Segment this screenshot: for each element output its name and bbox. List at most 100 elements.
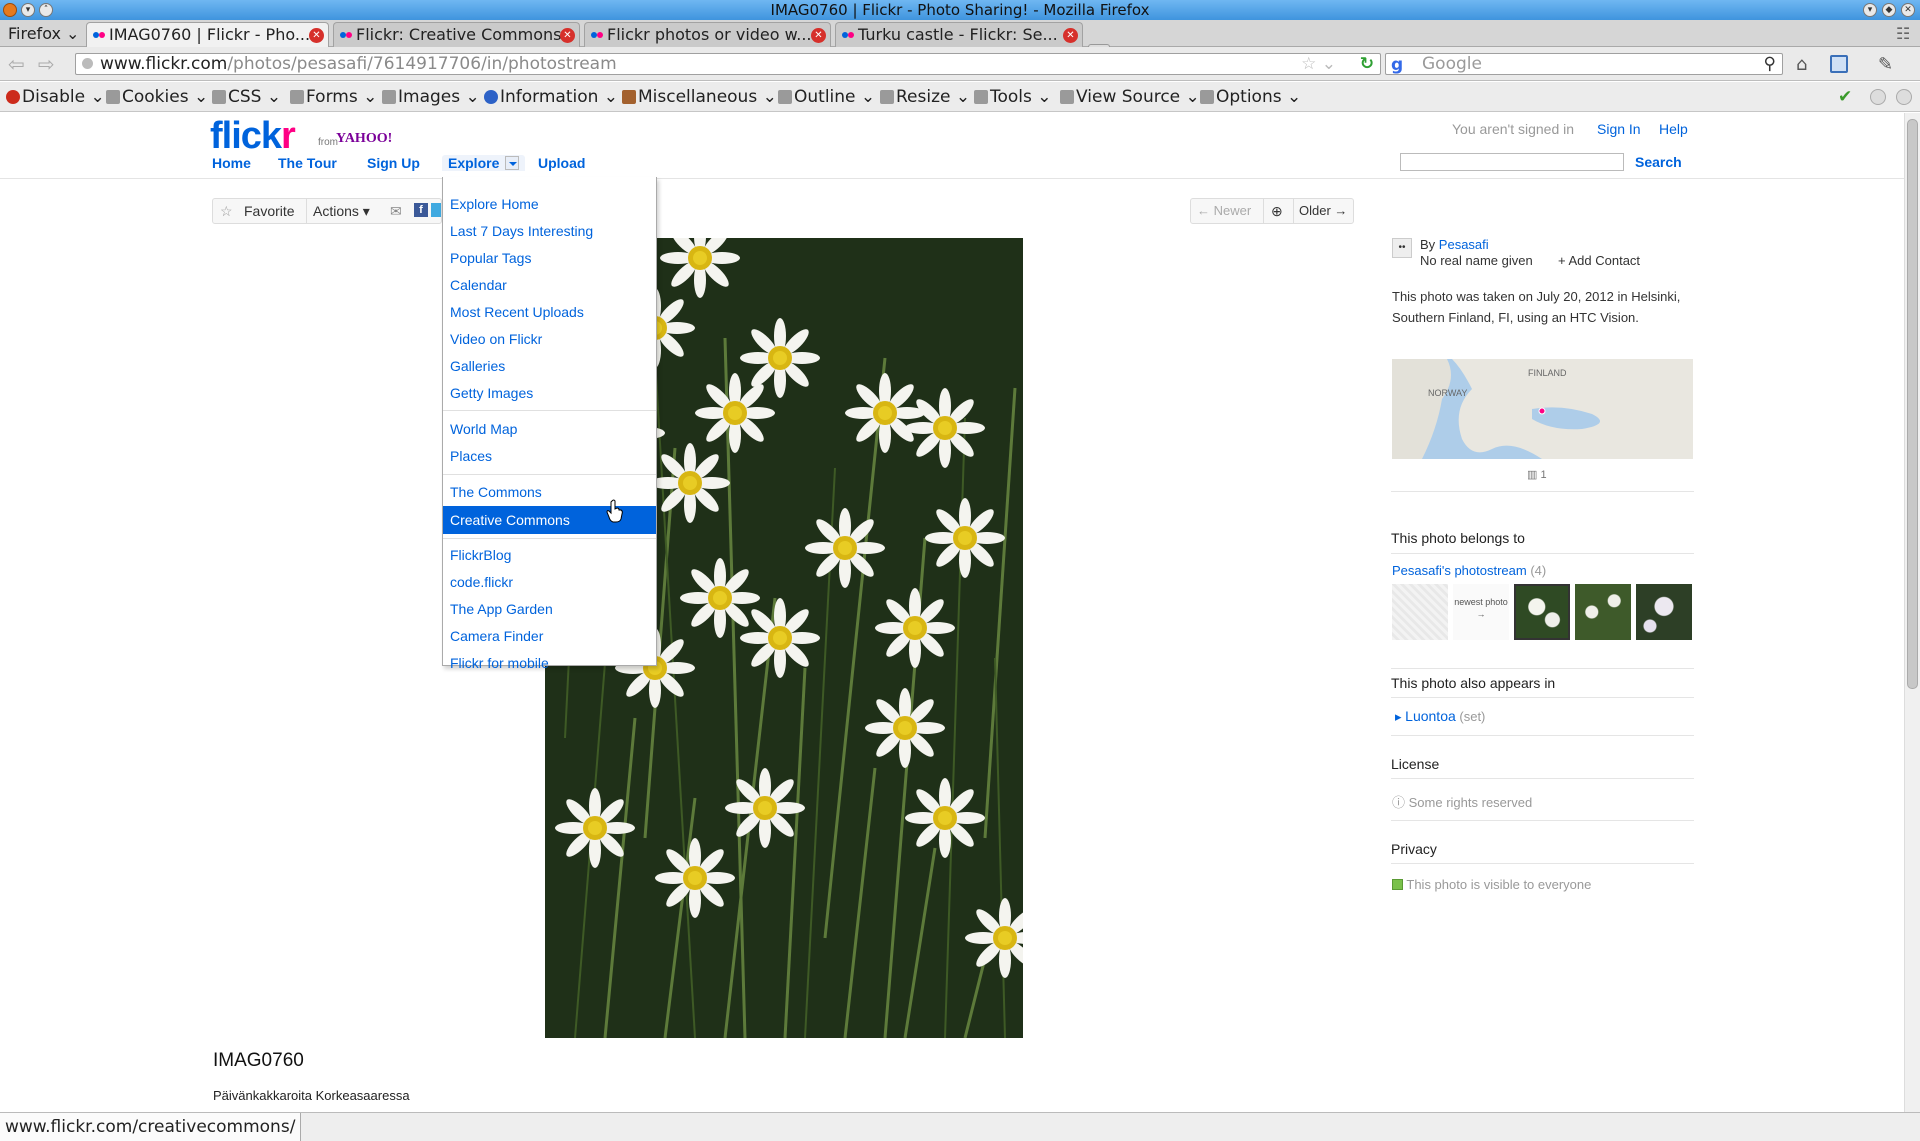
binoculars-icon[interactable]: ⚲ [1764, 54, 1776, 74]
menu-item-video-on-flickr[interactable]: Video on Flickr [443, 327, 656, 352]
status-circle-icon[interactable] [1896, 89, 1912, 105]
menu-label: Images [398, 87, 461, 107]
menu-label: Forms [306, 87, 358, 107]
menu-item-calendar[interactable]: Calendar [443, 273, 656, 298]
tab-list-icon[interactable]: ☷ [1896, 24, 1910, 43]
yahoo-logo[interactable]: YAHOO! [336, 131, 392, 147]
flickr-logo[interactable]: flickr [210, 115, 296, 158]
search-bar[interactable]: g Google ⚲ [1385, 53, 1783, 75]
menu-item-popular-tags[interactable]: Popular Tags [443, 246, 656, 271]
google-engine-icon[interactable]: g [1391, 55, 1403, 75]
site-identity-icon[interactable] [82, 58, 93, 69]
photostream-line: Pesasafi's photostream (4) [1392, 563, 1546, 578]
miscellaneous-menu[interactable]: Miscellaneous ⌄ [622, 86, 777, 108]
newer-button[interactable]: ← Newer [1197, 199, 1251, 223]
information-menu[interactable]: Information ⌄ [484, 86, 618, 108]
add-contact-link[interactable]: + Add Contact [1558, 253, 1640, 268]
options-menu[interactable]: Options ⌄ [1200, 86, 1301, 108]
bookmark-star-icon[interactable]: ☆ ⌄ [1301, 54, 1336, 74]
cookies-menu[interactable]: Cookies ⌄ [106, 86, 208, 108]
owner-link[interactable]: Pesasafi [1439, 237, 1489, 252]
email-share-icon[interactable]: ✉ [390, 199, 402, 223]
photostream-thumb[interactable] [1636, 584, 1692, 640]
tools-icon[interactable]: ✎ [1878, 54, 1893, 75]
window-titlebar: ▾ ˄ IMAG0760 | Flickr - Photo Sharing! -… [0, 0, 1920, 20]
menu-item-world-map[interactable]: World Map [443, 417, 656, 442]
menu-item-camera-finder[interactable]: Camera Finder [443, 624, 656, 649]
menu-item-the-commons[interactable]: The Commons [443, 480, 656, 505]
sidebar-divider [1391, 491, 1694, 492]
twitter-share-icon[interactable] [431, 203, 441, 217]
menu-item-flickrblog[interactable]: FlickrBlog [443, 543, 656, 568]
scrollbar-thumb[interactable] [1907, 119, 1918, 689]
addon-icon[interactable] [1830, 55, 1848, 73]
license-link[interactable]: Some rights reserved [1409, 795, 1533, 810]
home-icon[interactable]: ⌂ [1796, 54, 1807, 75]
menu-item-getty-images[interactable]: Getty Images [443, 381, 656, 406]
close-tab-icon[interactable]: ✕ [811, 28, 826, 43]
close-tab-icon[interactable]: ✕ [1063, 28, 1078, 43]
menu-item-places[interactable]: Places [443, 444, 656, 469]
nav-the-tour[interactable]: The Tour [278, 155, 337, 171]
resize-menu[interactable]: Resize ⌄ [880, 86, 970, 108]
forward-button[interactable]: ⇨ [38, 52, 55, 76]
zoom-icon[interactable]: ⊕ [1271, 199, 1283, 223]
flickr-favicon-icon [842, 32, 854, 38]
navigation-toolbar: ⇦ ⇨ www.flickr.com/photos/pesasafi/76149… [0, 47, 1920, 81]
favorite-star-icon[interactable]: ☆ [220, 199, 233, 223]
maximize-button[interactable]: ◆ [1882, 3, 1896, 17]
validation-ok-icon[interactable]: ✔ [1838, 86, 1852, 108]
menu-separator [443, 538, 656, 539]
view-source-menu[interactable]: View Source ⌄ [1060, 86, 1200, 108]
actions-button[interactable]: Actions ▾ [313, 199, 370, 223]
back-button[interactable]: ⇦ [8, 52, 25, 76]
menu-item-creative-commons[interactable]: Creative Commons [443, 506, 656, 534]
images-menu[interactable]: Images ⌄ [382, 86, 480, 108]
sidebar-divider [1391, 820, 1694, 821]
nav-sign-up[interactable]: Sign Up [367, 155, 420, 171]
nav-explore-label: Explore [448, 155, 500, 171]
firefox-menu-button[interactable]: Firefox ⌄ [0, 22, 80, 46]
close-window-button[interactable]: ✕ [1901, 3, 1915, 17]
tools-menu[interactable]: Tools ⌄ [974, 86, 1052, 108]
tab-flickr-photos[interactable]: Flickr photos or video w... ✕ [584, 22, 831, 47]
photostream-link[interactable]: Pesasafi's photostream [1392, 563, 1527, 578]
photostream-thumb-current[interactable] [1514, 584, 1570, 640]
disable-menu[interactable]: Disable ⌄ [6, 86, 105, 108]
nav-home[interactable]: Home [212, 155, 251, 171]
menu-item-flickr-for-mobile[interactable]: Flickr for mobile [443, 651, 656, 676]
close-tab-icon[interactable]: ✕ [309, 28, 324, 43]
menu-item-galleries[interactable]: Galleries [443, 354, 656, 379]
menu-item-code-flickr[interactable]: code.flickr [443, 570, 656, 595]
outline-menu[interactable]: Outline ⌄ [778, 86, 875, 108]
nav-explore[interactable]: Explore [442, 155, 526, 171]
tab-imag0760[interactable]: IMAG0760 | Flickr - Pho... ✕ [86, 22, 329, 47]
menu-item-most-recent-uploads[interactable]: Most Recent Uploads [443, 300, 656, 325]
menu-item-app-garden[interactable]: The App Garden [443, 597, 656, 622]
tab-turku-castle[interactable]: Turku castle - Flickr: Se... ✕ [835, 22, 1083, 47]
older-button[interactable]: Older → [1299, 199, 1347, 223]
sidebar-divider [1391, 735, 1694, 736]
menu-item-explore-home[interactable]: Explore Home [443, 192, 656, 217]
info-icon: ⓘ [1392, 795, 1406, 810]
vertical-scrollbar[interactable] [1904, 113, 1920, 1112]
reload-icon[interactable]: ↻ [1360, 54, 1374, 74]
set-link[interactable]: Luontoa [1405, 708, 1456, 724]
location-map[interactable]: FINLAND NORWAY [1392, 359, 1693, 459]
css-menu[interactable]: CSS ⌄ [212, 86, 281, 108]
nav-upload[interactable]: Upload [538, 155, 585, 171]
menu-item-last-7-days[interactable]: Last 7 Days Interesting [443, 219, 656, 244]
minimize-button[interactable]: ▾ [1863, 3, 1877, 17]
status-circle-icon[interactable] [1870, 89, 1886, 105]
favorite-button[interactable]: Favorite [244, 199, 295, 223]
url-bar[interactable]: www.flickr.com/photos/pesasafi/761491770… [75, 53, 1381, 75]
tab-creative-commons[interactable]: Flickr: Creative Commons ✕ [333, 22, 580, 47]
close-tab-icon[interactable]: ✕ [560, 28, 575, 43]
owner-avatar[interactable]: •• [1392, 238, 1412, 258]
explore-dropdown-icon[interactable] [505, 156, 520, 170]
photostream-thumb[interactable] [1575, 584, 1631, 640]
facebook-share-icon[interactable]: f [414, 203, 428, 217]
forms-menu[interactable]: Forms ⌄ [290, 86, 377, 108]
window-title: IMAG0760 | Flickr - Photo Sharing! - Moz… [770, 1, 1150, 19]
sidebar-divider [1391, 668, 1694, 669]
